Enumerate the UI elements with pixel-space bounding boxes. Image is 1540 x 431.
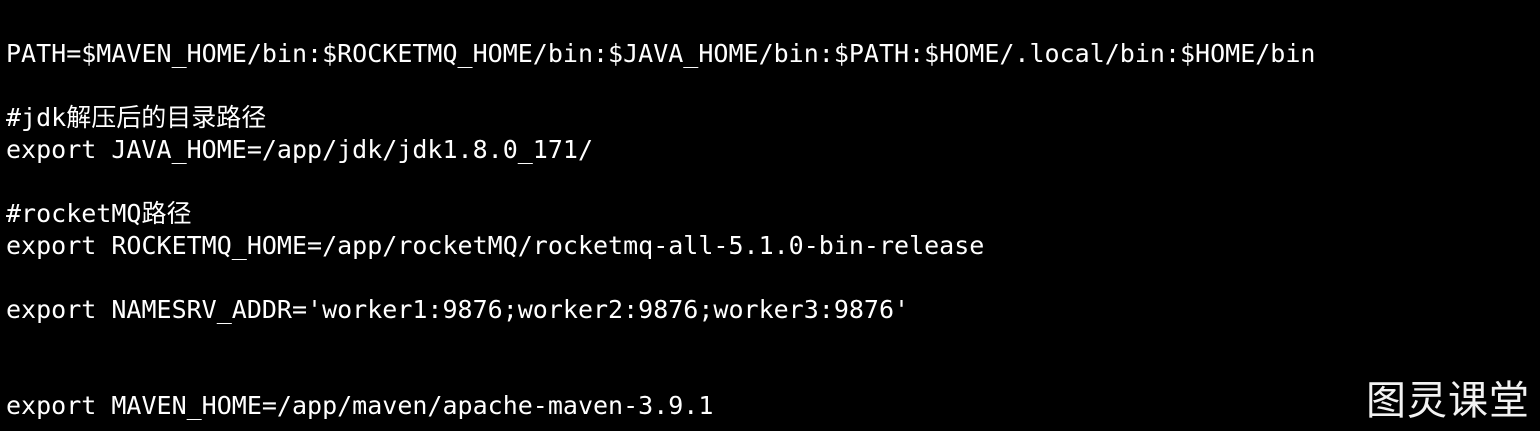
path-line: PATH=$MAVEN_HOME/bin:$ROCKETMQ_HOME/bin:… <box>6 39 1316 68</box>
rocketmq-comment-line: #rocketMQ路径 <box>6 199 192 228</box>
watermark: 图灵课堂 <box>1366 378 1530 424</box>
rocketmq-home-line: export ROCKETMQ_HOME=/app/rocketMQ/rocke… <box>6 231 985 260</box>
java-home-line: export JAVA_HOME=/app/jdk/jdk1.8.0_171/ <box>6 135 593 164</box>
jdk-comment-line: #jdk解压后的目录路径 <box>6 103 267 132</box>
maven-home-line: export MAVEN_HOME=/app/maven/apache-mave… <box>6 391 714 420</box>
terminal-window[interactable]: PATH=$MAVEN_HOME/bin:$ROCKETMQ_HOME/bin:… <box>0 0 1540 431</box>
namesrv-addr-line: export NAMESRV_ADDR='worker1:9876;worker… <box>6 295 910 324</box>
